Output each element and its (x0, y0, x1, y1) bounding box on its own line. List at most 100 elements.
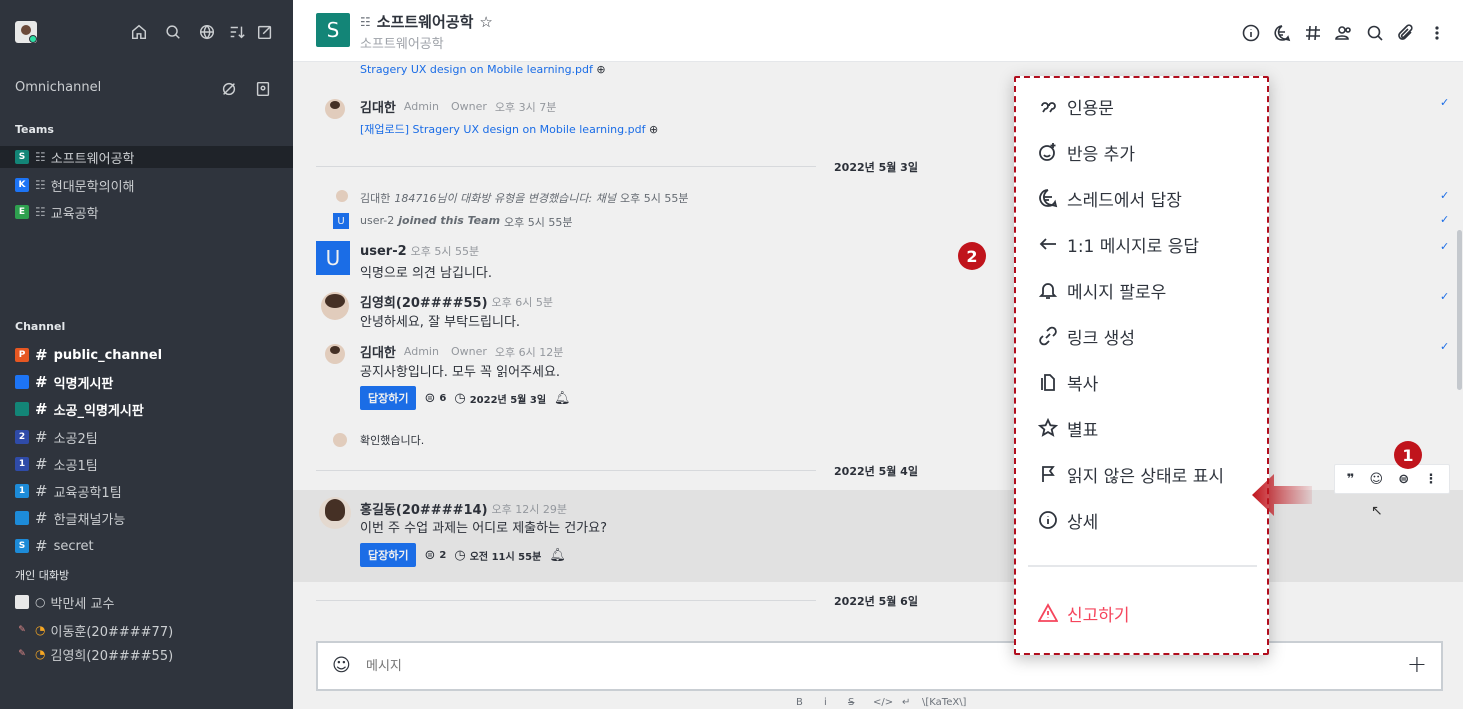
menu-item-copy[interactable]: 복사 (1038, 370, 1098, 395)
thread-last-date: 오전 11시 55분 (469, 551, 542, 563)
menu-item-mark-unread[interactable]: 읽지 않은 상태로 표시 (1038, 462, 1224, 487)
search-icon[interactable] (163, 22, 183, 42)
search-icon[interactable] (1366, 24, 1384, 42)
date-divider: 2022년 5월 3일 (834, 161, 918, 174)
plus-icon[interactable]: + (1407, 650, 1427, 678)
menu-item-report[interactable]: 신고하기 (1038, 601, 1130, 626)
sidebar-item-channel-5[interactable]: 1 # 교육공학1팀 (15, 480, 122, 502)
sidebar-item-channel-1[interactable]: # 익명게시판 (15, 371, 113, 393)
sidebar-item-team-2[interactable]: E ☷ 교육공학 (15, 201, 99, 223)
directory-icon[interactable] (197, 22, 217, 42)
menu-item-follow[interactable]: 메시지 팔로우 (1038, 278, 1166, 303)
info-icon[interactable] (1242, 24, 1260, 42)
sidebar-item-dm-1[interactable]: ✎ ◔ 이동훈(20####77) (15, 619, 173, 641)
menu-item-label: 스레드에서 답장 (1067, 190, 1182, 211)
username[interactable]: 김대한 (360, 342, 396, 361)
user-avatar[interactable] (15, 21, 37, 43)
kebab-icon[interactable]: ⋮ (1424, 472, 1437, 487)
date-divider: 2022년 5월 6일 (834, 595, 918, 608)
home-icon[interactable] (129, 22, 149, 42)
file-link[interactable]: Stragery UX design on Mobile learning.pd… (360, 63, 606, 76)
role-badge: Owner (450, 345, 487, 358)
format-code[interactable]: </> (873, 697, 893, 708)
avatar[interactable] (321, 292, 349, 320)
message-input[interactable] (366, 655, 1266, 677)
username[interactable]: 홍길동(20####14) (360, 499, 488, 518)
avatar[interactable] (325, 99, 345, 119)
quote-icon[interactable]: ❞ (1347, 472, 1355, 487)
thread-icon: ⊜ (424, 547, 436, 563)
thread-count: ⊜ 2 (424, 548, 446, 563)
kebab-icon[interactable] (1428, 24, 1446, 42)
channels-icon[interactable] (1304, 24, 1322, 42)
sidebar-item-team-1[interactable]: K ☷ 현대문학의이해 (15, 174, 135, 196)
dm-section-title: 개인 대화방 (15, 569, 70, 582)
sidebar-item-channel-2[interactable]: # 소공_익명게시판 (15, 398, 144, 420)
read-check-icon: ✓ (1440, 213, 1450, 226)
channel-badge: P (15, 348, 29, 362)
reply-button[interactable]: 답장하기 (360, 386, 417, 410)
username[interactable]: 김영희(20####55) (360, 292, 488, 311)
bell-icon[interactable]: 🔔︎ (549, 548, 566, 563)
read-check-icon: ✓ (1440, 96, 1450, 109)
menu-item-add-reaction[interactable]: 반응 추가 (1038, 140, 1135, 165)
menu-item-star[interactable]: 별표 (1038, 416, 1098, 441)
menu-item-quote[interactable]: 인용문 (1038, 94, 1114, 119)
thread-count-value: 6 (439, 392, 447, 404)
sidebar-item-dm-0[interactable]: ○ 박만세 교수 (15, 591, 114, 613)
menu-item-thread-reply[interactable]: 스레드에서 답장 (1038, 186, 1182, 211)
thread-last: ◷ 2022년 5월 3일 (454, 391, 546, 406)
menu-item-info[interactable]: 상세 (1038, 508, 1098, 533)
avatar[interactable] (319, 497, 351, 529)
favorite-star-icon[interactable]: ☆ (479, 13, 492, 31)
thread-reply-icon[interactable]: ⊜ (1398, 472, 1409, 487)
format-multiline[interactable]: ↵ (902, 697, 910, 708)
sidebar-item-dm-2[interactable]: ✎ ◔ 김영희(20####55) (15, 646, 173, 662)
sidebar-item-channel-3[interactable]: 2 # 소공2팀 (15, 426, 98, 448)
sidebar-item-channel-7[interactable]: S # secret (15, 535, 94, 557)
channel-badge: 1 (15, 484, 29, 498)
format-katex[interactable]: \[KaTeX\] (922, 697, 966, 708)
file-link[interactable]: [재업로드] Stragery UX design on Mobile lear… (360, 121, 658, 137)
status-online-icon (29, 35, 37, 43)
username[interactable]: user-2 (360, 244, 407, 259)
teams-section-title: Teams (15, 123, 54, 136)
bell-icon[interactable]: 🔔︎ (554, 391, 571, 406)
date-divider: 2022년 5월 4일 (834, 465, 918, 478)
sidebar-item-channel-4[interactable]: 1 # 소공1팀 (15, 453, 98, 475)
sidebar-item-label: 소공_익명게시판 (53, 403, 144, 419)
username[interactable]: user-2 (360, 214, 394, 230)
avatar[interactable] (325, 344, 345, 364)
sort-icon[interactable] (227, 22, 247, 42)
message-body: 안녕하세요, 잘 부탁드립니다. (360, 315, 521, 330)
emoji-icon[interactable]: ☺ (332, 655, 351, 676)
download-icon[interactable]: ⊕ (649, 123, 658, 136)
thread-last-date: 2022년 5월 3일 (469, 394, 547, 406)
hash-icon: # (35, 346, 48, 364)
omnichannel-status-icon[interactable] (219, 79, 239, 99)
sidebar-item-team-0[interactable]: S ☷ 소프트웨어공학 (0, 146, 293, 168)
avatar (336, 190, 348, 202)
reply-button[interactable]: 답장하기 (360, 543, 417, 567)
sidebar-item-label: 교육공학 (50, 206, 99, 222)
threads-icon[interactable] (1273, 24, 1291, 42)
format-bold[interactable]: B (796, 697, 803, 708)
sidebar-item-channel-0[interactable]: P # public_channel (15, 344, 162, 366)
format-italic[interactable]: i (824, 697, 827, 708)
members-icon[interactable] (1335, 24, 1353, 42)
sidebar-item-channel-6[interactable]: # 한글채널가능 (15, 507, 125, 529)
menu-item-link[interactable]: 링크 생성 (1038, 324, 1135, 349)
add-reaction-icon[interactable]: ☺ (1369, 472, 1383, 487)
contact-center-icon[interactable] (253, 79, 273, 99)
thread-reply-icon (1039, 189, 1058, 208)
compose-icon[interactable] (255, 22, 275, 42)
username[interactable]: 김대한 (360, 190, 390, 206)
avatar[interactable]: U (316, 241, 350, 275)
download-icon[interactable]: ⊕ (596, 63, 605, 76)
scrollbar[interactable] (1457, 230, 1462, 390)
menu-item-reply-dm[interactable]: 1:1 메시지로 응답 (1038, 232, 1199, 257)
attachment-icon[interactable] (1397, 24, 1415, 42)
username[interactable]: 김대한 (360, 97, 396, 116)
format-strike[interactable]: S (848, 697, 854, 708)
bell-icon (1038, 283, 1058, 299)
